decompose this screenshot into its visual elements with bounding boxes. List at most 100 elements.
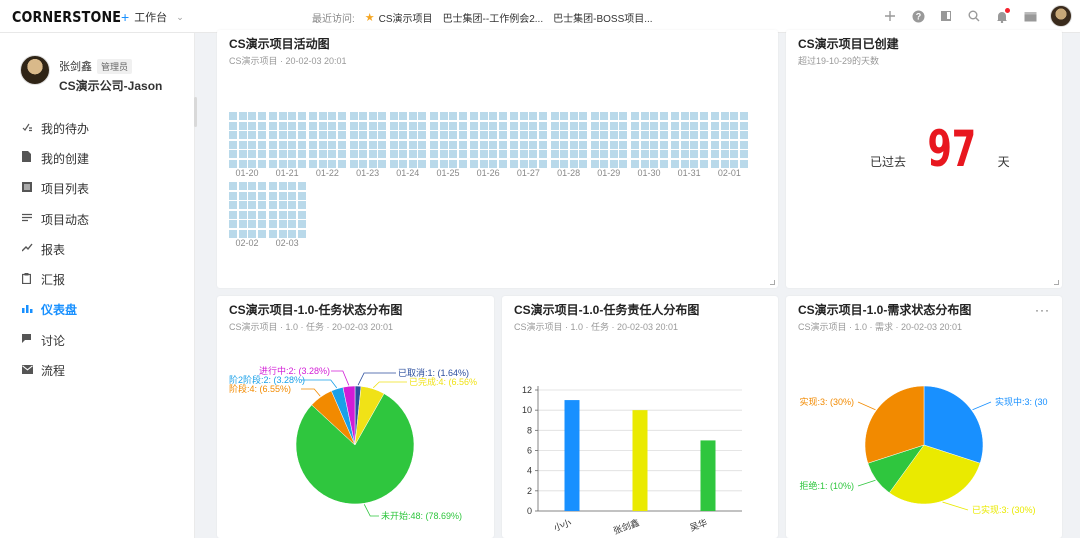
activity-cell: [389, 121, 398, 130]
activity-cell: [238, 210, 247, 219]
avatar[interactable]: [20, 55, 50, 85]
sidebar-item-label: 我的待办: [41, 121, 90, 136]
activity-cell: [439, 121, 448, 130]
activity-cell: [288, 131, 297, 139]
logo[interactable]: CORNERSTONE: [12, 8, 121, 26]
activity-cell: [238, 220, 247, 228]
activity-day[interactable]: 01-30: [631, 112, 668, 178]
activity-day[interactable]: 01-25: [430, 112, 467, 178]
activity-cell: [609, 140, 618, 149]
activity-cell: [590, 150, 599, 158]
activity-cell: [430, 140, 438, 149]
activity-day[interactable]: 01-23: [349, 112, 387, 178]
activity-cell: [529, 121, 538, 130]
bar: [564, 400, 580, 511]
activity-day-label: 01-29: [597, 168, 621, 178]
sidebar-item-activity[interactable]: 项目动态: [22, 204, 89, 234]
activity-day[interactable]: 01-21: [269, 112, 306, 178]
activity-cell: [278, 150, 287, 158]
sidebar-item-summary[interactable]: 汇报: [22, 264, 89, 294]
recent-item[interactable]: CS演示项目: [379, 10, 433, 25]
activity-cell: [288, 210, 297, 219]
sidebar-item-dashboard[interactable]: 仪表盘: [22, 295, 89, 325]
sidebar-item-created[interactable]: 我的创建: [22, 143, 89, 173]
activity-day-label: 01-24: [396, 168, 420, 178]
activity-cell: [550, 150, 559, 158]
folder-icon[interactable]: [1022, 8, 1038, 24]
activity-day-label: 02-01: [717, 168, 741, 178]
search-icon[interactable]: [966, 8, 982, 24]
activity-cell: [590, 112, 599, 120]
pie-leader-line: [363, 504, 379, 517]
activity-cell: [257, 131, 266, 139]
sidebar-item-reports[interactable]: 报表: [21, 234, 89, 264]
activity-cell: [739, 121, 748, 130]
activity-day[interactable]: 01-27: [510, 112, 547, 178]
y-tick-label: 12: [522, 385, 532, 395]
sidebar-collapse-handle[interactable]: [194, 97, 197, 127]
activity-cells: [671, 112, 708, 168]
activity-cell: [318, 150, 327, 158]
sidebar-item-discussion[interactable]: 讨论: [22, 325, 89, 355]
card-title: CS演示项目已创建: [798, 37, 899, 51]
sidebar-item-todo[interactable]: 我的待办: [22, 113, 89, 143]
activity-cell: [569, 131, 578, 139]
activity-cell: [229, 201, 237, 209]
resize-handle[interactable]: [770, 280, 775, 285]
card-subtitle: CS演示项目 · 20-02-03 20:01: [229, 56, 347, 66]
activity-cell: [309, 112, 318, 120]
sidebar-item-projects[interactable]: 项目列表: [22, 174, 89, 204]
activity-day[interactable]: 02-02: [229, 182, 266, 248]
sidebar-item-process[interactable]: 流程: [22, 355, 89, 385]
activity-day[interactable]: 01-24: [389, 112, 427, 178]
activity-cell: [297, 201, 306, 209]
chevron-down-icon: ⌄: [176, 11, 184, 22]
resize-handle[interactable]: [1054, 280, 1059, 285]
activity-cell: [479, 131, 488, 139]
clipboard-icon: [22, 272, 41, 287]
plus-icon: +: [121, 9, 130, 25]
activity-cell: [248, 229, 256, 238]
activity-cell: [449, 131, 457, 139]
activity-cell: [297, 210, 306, 219]
activity-day[interactable]: 01-29: [590, 112, 628, 178]
activity-cell: [529, 112, 538, 120]
activity-cell: [257, 220, 266, 228]
plus-icon[interactable]: [882, 8, 898, 24]
activity-cell: [470, 140, 479, 149]
activity-day[interactable]: 02-01: [711, 112, 748, 178]
star-icon: ★: [364, 12, 375, 24]
activity-cell: [257, 182, 266, 190]
user-avatar[interactable]: [1050, 5, 1072, 27]
activity-cell: [337, 121, 346, 130]
activity-cell: [680, 150, 689, 158]
activity-cell: [680, 131, 689, 139]
activity-cell: [590, 159, 599, 168]
pie-data-label: 进行中:2: (3.28%): [259, 365, 330, 376]
book-icon[interactable]: [938, 8, 954, 24]
recent-item[interactable]: 巴士集团-BOSS项目...: [553, 10, 652, 25]
help-icon[interactable]: ?: [910, 8, 926, 24]
activity-cell: [389, 140, 398, 149]
activity-day[interactable]: 01-26: [470, 112, 507, 178]
activity-cell: [600, 150, 609, 158]
activity-day[interactable]: 02-03: [269, 182, 306, 248]
top-bar: CORNERSTONE + 工作台 ⌄ 最近访问: ★ CS演示项目 巴士集团-…: [0, 0, 1080, 33]
activity-cell: [349, 140, 358, 149]
bell-icon[interactable]: [994, 8, 1010, 24]
activity-day[interactable]: 01-28: [550, 112, 588, 178]
activity-day[interactable]: 01-22: [309, 112, 346, 178]
activity-day-label: 01-21: [275, 168, 299, 178]
activity-cell: [269, 210, 278, 219]
activity-day[interactable]: 01-20: [229, 112, 266, 178]
recent-item[interactable]: 巴士集团--工作例会2...: [443, 10, 544, 25]
activity-day[interactable]: 01-31: [671, 112, 708, 178]
activity-cell: [408, 112, 417, 120]
activity-cell: [309, 159, 318, 168]
activity-cell: [328, 159, 337, 168]
activity-cell: [269, 182, 278, 190]
activity-cell: [680, 159, 689, 168]
workbench-menu[interactable]: + 工作台 ⌄: [121, 9, 184, 25]
activity-cell: [318, 159, 327, 168]
activity-cell: [288, 112, 297, 120]
